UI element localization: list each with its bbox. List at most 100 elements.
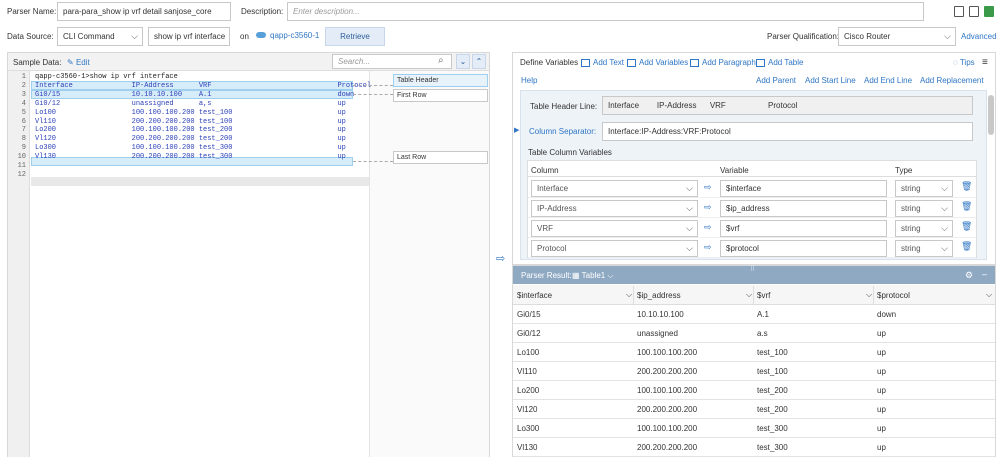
filter-chevron-icon[interactable]: ⌵ xyxy=(866,290,872,300)
variable-input[interactable]: $protocol xyxy=(720,240,887,257)
filter-chevron-icon[interactable]: ⌵ xyxy=(986,290,992,300)
result-cell: up xyxy=(877,348,886,357)
first-row-tag[interactable]: First Row xyxy=(393,89,488,102)
type-select[interactable]: string ⌵ xyxy=(895,220,953,237)
define-scrollbar[interactable] xyxy=(988,95,994,135)
line-number: 10 xyxy=(17,153,26,162)
result-row[interactable] xyxy=(513,362,995,381)
parser-qualification-select[interactable]: Cisco Router ⌵ xyxy=(838,27,956,46)
column-select[interactable]: IP-Address ⌵ xyxy=(531,200,698,217)
result-row[interactable] xyxy=(513,381,995,400)
last-row-tag[interactable]: Last Row xyxy=(393,151,488,164)
column-divider xyxy=(633,286,634,304)
variable-input[interactable]: $ip_address xyxy=(720,200,887,217)
search-icon[interactable]: ⌕ xyxy=(438,55,444,66)
advanced-link[interactable]: Advanced xyxy=(961,32,997,41)
add-start-line-link[interactable]: Add Start Line xyxy=(805,76,856,85)
tips-link[interactable]: ◌ Tips xyxy=(953,58,975,67)
device-link[interactable]: qapp-c3560-1 xyxy=(270,31,319,40)
save-icon[interactable] xyxy=(954,6,964,17)
result-cell: up xyxy=(877,367,886,376)
line-number: 11 xyxy=(17,162,26,170)
column-divider xyxy=(873,286,874,304)
result-cell: test_200 xyxy=(757,405,788,414)
map-arrow-icon[interactable]: ⇨ xyxy=(704,222,712,233)
search-input[interactable]: Search... xyxy=(332,54,452,69)
result-cell: up xyxy=(877,424,886,433)
column-select[interactable]: VRF ⌵ xyxy=(531,220,698,237)
result-column-header[interactable]: $interface xyxy=(517,291,552,300)
edit-label: Edit xyxy=(75,58,90,67)
map-arrow-icon[interactable]: ⇨ xyxy=(704,182,712,193)
trash-icon[interactable]: 🗑︎ xyxy=(961,181,972,192)
menu-icon[interactable]: ≡ xyxy=(982,57,988,68)
first-row-connector xyxy=(353,94,393,95)
result-column-header[interactable]: $protocol xyxy=(877,291,910,300)
apply-arrow-icon[interactable]: ⇨ xyxy=(496,252,505,265)
filter-chevron-icon[interactable]: ⌵ xyxy=(746,290,752,300)
add-paragraph-button[interactable]: Add Paragraph xyxy=(690,58,756,67)
result-row[interactable] xyxy=(513,324,995,343)
variable-input[interactable]: $vrf xyxy=(720,220,887,237)
add-end-line-link[interactable]: Add End Line xyxy=(864,76,912,85)
table-header-line-label: Table Header Line: xyxy=(530,102,598,111)
table-selector[interactable]: ▦ Table1 ⌵ xyxy=(572,271,614,281)
result-row[interactable] xyxy=(513,438,995,457)
command-input[interactable]: show ip vrf interface xyxy=(148,27,230,46)
result-row[interactable] xyxy=(513,419,995,438)
parser-name-input[interactable]: para-para_show ip vrf detail sanjose_cor… xyxy=(57,2,231,21)
result-column-header[interactable]: $ip_address xyxy=(637,291,681,300)
add-table-label: Add Table xyxy=(768,58,804,67)
device-icon xyxy=(256,32,266,38)
result-row[interactable] xyxy=(513,400,995,419)
result-cell: unassigned xyxy=(637,329,678,338)
add-parent-link[interactable]: Add Parent xyxy=(756,76,796,85)
edit-link[interactable]: ✎ Edit xyxy=(67,58,90,67)
type-select[interactable]: string ⌵ xyxy=(895,240,953,257)
column-separator-input[interactable]: Interface:IP-Address:VRF:Protocol xyxy=(602,122,973,141)
text-icon xyxy=(581,58,590,67)
result-cell: Lo300 xyxy=(517,424,540,433)
save-as-icon[interactable] xyxy=(969,6,979,17)
variable-input[interactable]: $interface xyxy=(720,180,887,197)
filter-chevron-icon[interactable]: ⌵ xyxy=(626,290,632,300)
description-input[interactable]: Enter description... xyxy=(287,2,924,21)
table-selector-value: Table1 xyxy=(581,271,606,280)
search-prev-button[interactable]: ⌃ xyxy=(472,54,486,69)
parser-qualification-label: Parser Qualification: xyxy=(767,32,840,41)
map-arrow-icon[interactable]: ⇨ xyxy=(704,242,712,253)
result-column-header[interactable]: $vrf xyxy=(757,291,770,300)
help-link[interactable]: Help xyxy=(521,76,537,85)
trash-icon[interactable]: 🗑︎ xyxy=(961,241,972,252)
add-table-button[interactable]: Add Table xyxy=(756,58,803,67)
type-select[interactable]: string ⌵ xyxy=(895,180,953,197)
export-icon[interactable] xyxy=(984,6,994,17)
trash-icon[interactable]: 🗑︎ xyxy=(961,201,972,212)
result-row[interactable] xyxy=(513,305,995,324)
line-number: 3 xyxy=(21,90,26,99)
type-select[interactable]: string ⌵ xyxy=(895,200,953,217)
on-label: on xyxy=(240,32,249,41)
map-arrow-icon[interactable]: ⇨ xyxy=(704,202,712,213)
retrieve-button[interactable]: Retrieve xyxy=(325,27,385,46)
column-select-value: IP-Address xyxy=(537,204,577,213)
add-text-button[interactable]: Add Text xyxy=(581,58,624,67)
trash-icon[interactable]: 🗑︎ xyxy=(961,221,972,232)
chevron-down-icon: ⌵ xyxy=(686,203,693,213)
search-next-button[interactable]: ⌄ xyxy=(456,54,470,69)
add-replacement-link[interactable]: Add Replacement xyxy=(920,76,984,85)
tips-label: Tips xyxy=(959,58,975,67)
data-source-select[interactable]: CLI Command ⌵ xyxy=(57,27,143,46)
gear-icon[interactable]: ⚙ xyxy=(965,270,973,281)
minimize-icon[interactable]: – xyxy=(982,269,987,279)
column-select[interactable]: Interface ⌵ xyxy=(531,180,698,197)
column-select[interactable]: Protocol ⌵ xyxy=(531,240,698,257)
table-header-tag[interactable]: Table Header xyxy=(393,74,488,87)
resize-handle-icon[interactable]: ⠿ xyxy=(750,265,755,273)
result-row[interactable] xyxy=(513,343,995,362)
result-cell: test_300 xyxy=(757,424,788,433)
type-select-value: string xyxy=(901,224,921,233)
add-variables-button[interactable]: Add Variables xyxy=(627,58,688,67)
add-variables-label: Add Variables xyxy=(639,58,689,67)
result-cell: up xyxy=(877,329,886,338)
